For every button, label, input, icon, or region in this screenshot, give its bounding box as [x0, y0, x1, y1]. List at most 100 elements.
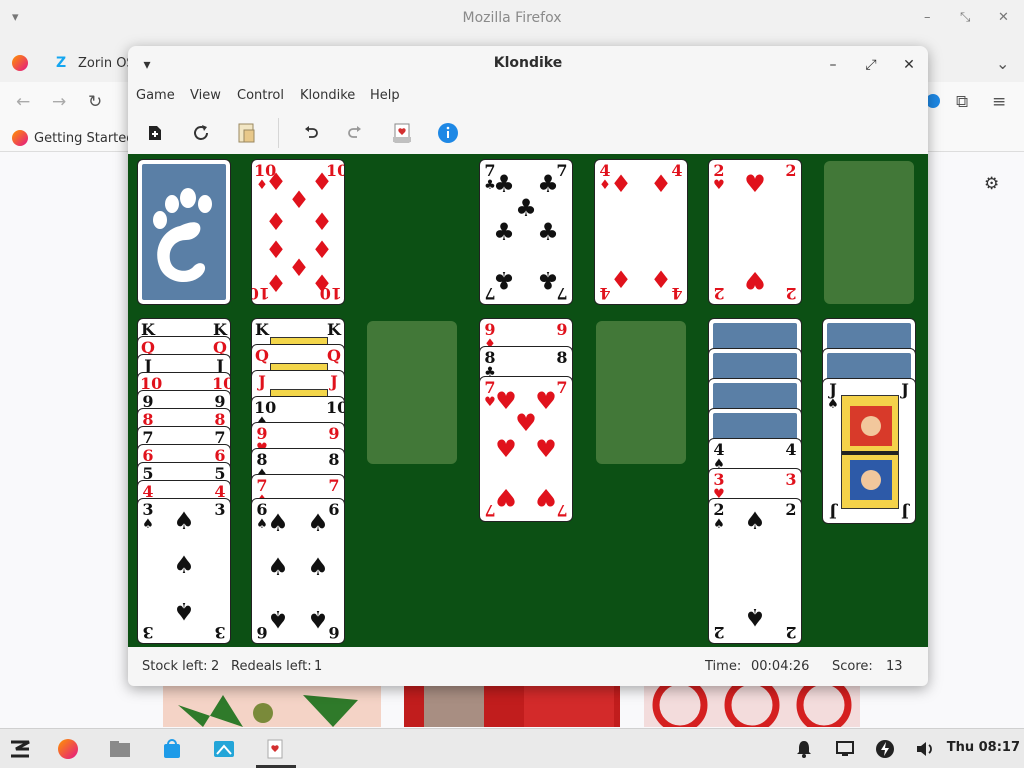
menu-klondike[interactable]: Klondike — [300, 88, 355, 103]
card-index: J — [330, 372, 338, 391]
app-menu-icon[interactable]: ≡ — [992, 92, 1006, 112]
page-settings-gear-icon[interactable]: ⚙ — [984, 174, 999, 194]
firefox-view-icon[interactable] — [12, 48, 28, 78]
card-index: J — [829, 503, 837, 522]
card-index: 9 — [328, 424, 340, 443]
suit-pip: ♥ — [515, 409, 537, 437]
zorin-menu-icon[interactable] — [8, 737, 32, 761]
diamond-pip: ♦ — [288, 186, 310, 214]
card-index: J ♠ — [827, 380, 839, 412]
menu-control[interactable]: Control — [237, 88, 284, 103]
suit-pip: ♥ — [495, 483, 517, 511]
waste-card[interactable]: 10♦ 10 10 10 ♦ ♦ ♦ ♦ ♦ ♦ ♦ ♦ ♦ ♦ — [251, 159, 345, 305]
window-title: Klondike — [493, 55, 563, 71]
diamond-pip: ♦ — [265, 270, 287, 298]
volume-icon[interactable] — [913, 737, 937, 761]
clock[interactable]: Thu 08:17 — [947, 740, 1020, 755]
menubar: Game View Control Klondike Help — [128, 84, 928, 108]
extensions-icon[interactable]: ⧉ — [956, 92, 968, 112]
connect-icon[interactable] — [212, 737, 236, 761]
card-index: Q — [255, 346, 269, 365]
klondike-taskbar-icon[interactable] — [263, 737, 287, 761]
firefox-taskbar-icon[interactable] — [56, 737, 80, 761]
tableau-card[interactable]: 3 ♠ 3 3 3 ♠ ♠ ♠ — [137, 498, 231, 644]
suit-pip: ♠ — [173, 551, 195, 579]
reload-icon[interactable]: ↻ — [88, 92, 102, 112]
club-pip: ♣ — [537, 170, 559, 198]
redeals-left-value: 1 — [314, 659, 323, 674]
suit-pip: ♥ — [535, 435, 557, 463]
account-icon[interactable] — [926, 94, 940, 108]
foundation-empty-slot[interactable] — [824, 161, 914, 304]
files-icon[interactable] — [108, 737, 132, 761]
menu-game[interactable]: Game — [136, 88, 175, 103]
diamond-pip: ♦ — [265, 168, 287, 196]
foundation-clubs[interactable]: 7 ♣ 7 7 7 ♣ ♣ ♣ ♣ ♣ ♣ ♣ — [479, 159, 573, 305]
taskbar: Thu 08:17 — [0, 728, 1024, 768]
klondike-window: ▾ Klondike – ⤢ ✕ Game View Control Klond… — [128, 46, 928, 686]
club-pip: ♣ — [493, 218, 515, 246]
minimize-icon[interactable]: – — [822, 54, 844, 76]
card-index: 7 — [328, 476, 340, 495]
foundation-hearts[interactable]: 2 ♥ 2 2 2 ♥ ♥ — [708, 159, 802, 305]
game-board[interactable]: 10♦ 10 10 10 ♦ ♦ ♦ ♦ ♦ ♦ ♦ ♦ ♦ ♦ 7♣ 7 7 … — [128, 154, 928, 647]
hint-icon[interactable] — [389, 120, 415, 146]
tableau-card[interactable]: 2 ♠ 2 2 2 ♠ ♠ — [708, 498, 802, 644]
diamond-pip: ♦ — [288, 254, 310, 282]
menu-help[interactable]: Help — [370, 88, 400, 103]
restart-icon[interactable] — [188, 120, 214, 146]
suit-pip: ♠ — [267, 509, 289, 537]
club-pip: ♣ — [537, 266, 559, 294]
list-tabs-icon[interactable]: ⌄ — [996, 48, 1009, 78]
diamond-pip: ♦ — [311, 236, 333, 264]
page-thumbnail-3[interactable] — [644, 685, 860, 727]
card-index: J — [901, 380, 909, 399]
firefox-maximize-icon[interactable]: ⤡ — [960, 10, 970, 25]
tableau-card[interactable]: 6 ♠ 6 6 6 ♠ ♠ ♠ ♠ ♠ ♠ — [251, 498, 345, 644]
maximize-icon[interactable]: ⤢ — [860, 54, 882, 76]
zorin-icon: Z — [56, 55, 67, 71]
suit-pip: ♥ — [495, 435, 517, 463]
stock-left-label: Stock left: — [142, 659, 208, 674]
back-icon[interactable]: ← — [16, 92, 30, 112]
notifications-bell-icon[interactable] — [792, 737, 816, 761]
stock-pile[interactable] — [137, 159, 231, 305]
tableau-empty-slot-5[interactable] — [596, 321, 686, 464]
suit-pip: ♠ — [307, 553, 329, 581]
menu-view[interactable]: View — [190, 88, 221, 103]
face-card-art — [841, 395, 899, 509]
foundation-diamonds[interactable]: 4 ♦ 4 4 4 ♦ ♦ ♦ ♦ — [594, 159, 688, 305]
forward-icon[interactable]: → — [52, 92, 66, 112]
card-index: 4 — [785, 440, 797, 459]
bookmark-getting-started[interactable]: Getting Started — [12, 130, 135, 146]
display-icon[interactable] — [833, 737, 857, 761]
page-thumbnail-1[interactable] — [163, 685, 381, 727]
tab-zorin[interactable]: Z Zorin OS — [56, 48, 135, 78]
card-index: 8 — [556, 348, 568, 367]
firefox-close-icon[interactable]: ✕ — [998, 10, 1009, 25]
firefox-icon — [12, 130, 28, 146]
card-index: 2 — [713, 623, 725, 642]
info-icon[interactable] — [435, 120, 461, 146]
change-theme-icon[interactable] — [234, 120, 260, 146]
time-value: 00:04:26 — [751, 659, 810, 674]
diamond-pip: ♦ — [311, 208, 333, 236]
tableau-card[interactable]: 7 ♥ 7 7 7 ♥ ♥ ♥ ♥ ♥ ♥ ♥ — [479, 376, 573, 522]
card-index: 8 — [328, 450, 340, 469]
firefox-titlebar: ▾ Mozilla Firefox – ⤡ ✕ — [0, 0, 1024, 40]
tableau-card[interactable]: J ♠ J J J — [822, 378, 916, 524]
suit-pip: ♥ — [535, 483, 557, 511]
redo-icon[interactable] — [342, 120, 368, 146]
card-index: Q — [327, 346, 341, 365]
undo-icon[interactable] — [298, 120, 324, 146]
software-store-icon[interactable] — [160, 737, 184, 761]
suit-pip: ♠ — [744, 507, 766, 535]
tableau-empty-slot-3[interactable] — [367, 321, 457, 464]
new-game-icon[interactable] — [142, 120, 168, 146]
firefox-minimize-icon[interactable]: – — [924, 10, 931, 25]
suit-pip: ♠ — [744, 603, 766, 631]
close-icon[interactable]: ✕ — [898, 54, 920, 76]
card-index: 10 — [326, 398, 344, 417]
power-profile-icon[interactable] — [873, 737, 897, 761]
page-thumbnail-2[interactable] — [404, 685, 620, 727]
